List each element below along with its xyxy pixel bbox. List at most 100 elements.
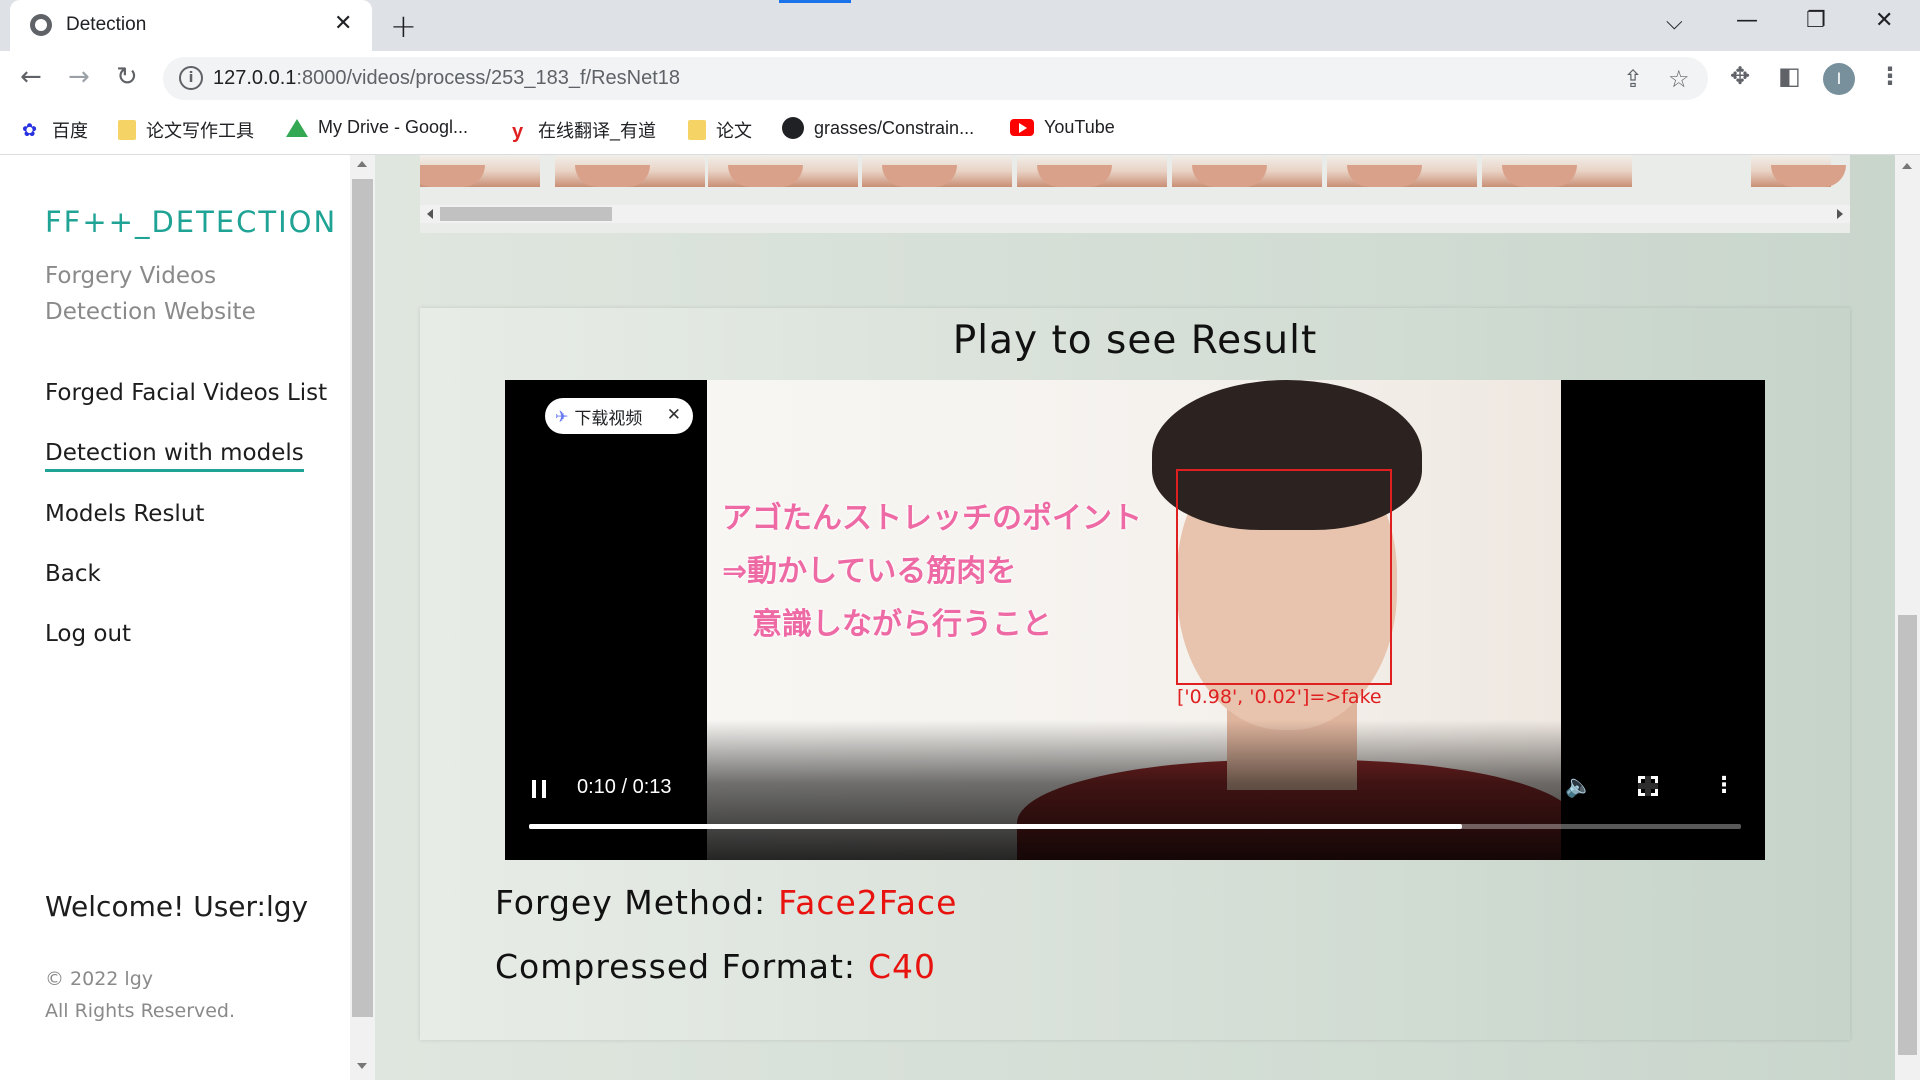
nav-detection-with-models[interactable]: Detection with models <box>45 440 304 472</box>
bookmark-star-icon[interactable]: ☆ <box>1668 65 1690 93</box>
bookmark-writing-tools[interactable]: 论文写作工具 <box>118 117 254 143</box>
bird-icon: ✈ <box>555 406 569 426</box>
caption-line: アゴたんストレッチのポイント <box>722 501 1142 536</box>
bookmark-youdao[interactable]: y 在线翻译_有道 <box>512 117 656 143</box>
minimize-icon[interactable]: — <box>1736 8 1758 33</box>
bookmark-papers[interactable]: 论文 <box>688 117 752 143</box>
browser-tab-bar: Detection ✕ + ⌵ — ❐ ✕ <box>0 0 1920 51</box>
frame-thumbnail <box>555 155 705 187</box>
browser-menu-icon[interactable]: ⋮ <box>1878 62 1902 90</box>
frame-thumbnail <box>708 155 858 187</box>
forgery-method-line: Forgey Method: Face2Face <box>495 883 957 922</box>
more-options-icon[interactable]: ⋮ <box>1713 773 1735 798</box>
caption-line: ⇒動かしている筋肉を <box>722 554 1017 589</box>
sidebar-scroll-thumb[interactable] <box>352 179 373 1017</box>
nav-forged-videos-list[interactable]: Forged Facial Videos List <box>45 380 327 406</box>
nav-back[interactable]: Back <box>45 561 101 587</box>
face-bounding-box <box>1176 469 1392 685</box>
forgery-method-label: Forgey Method: <box>495 883 767 922</box>
frame-thumbnail <box>1751 155 1846 187</box>
sidebar: FF++_DETECTION Forgery Videos Detection … <box>0 155 350 1080</box>
site-brand[interactable]: FF++_DETECTION <box>45 205 337 239</box>
nav-models-result[interactable]: Models Reslut <box>45 501 204 527</box>
page-scrollbar[interactable] <box>1895 155 1920 1080</box>
nav-log-out[interactable]: Log out <box>45 621 131 647</box>
folder-icon <box>688 120 706 140</box>
thumbnail-row <box>420 155 1850 187</box>
scroll-up-arrow-icon[interactable] <box>1902 163 1912 169</box>
address-bar[interactable]: i 127.0.0.1:8000/videos/process/253_183_… <box>163 57 1708 100</box>
frame-thumbnail <box>1482 155 1632 187</box>
copyright: © 2022 lgy All Rights Reserved. <box>45 963 235 1027</box>
download-video-button[interactable]: ✈ 下载视频 ✕ <box>545 398 693 434</box>
browser-tab[interactable]: Detection ✕ <box>10 0 372 51</box>
fullscreen-icon[interactable] <box>1638 776 1658 796</box>
sidebar-scrollbar[interactable] <box>350 155 375 1080</box>
url-text[interactable]: 127.0.0.1:8000/videos/process/253_183_f/… <box>213 67 680 90</box>
close-tab-icon[interactable]: ✕ <box>334 11 352 36</box>
video-progress-bar[interactable] <box>529 824 1741 829</box>
detection-label: ['0.98', '0.02']=>fake <box>1177 686 1382 708</box>
bookmark-youtube[interactable]: YouTube <box>1010 117 1115 138</box>
frame-thumbnail-strip <box>420 155 1850 233</box>
google-drive-icon <box>286 118 308 137</box>
profile-avatar[interactable]: I <box>1823 63 1855 95</box>
frame-thumbnail <box>420 155 540 187</box>
reload-icon[interactable]: ↻ <box>116 62 138 92</box>
bookmark-my-drive[interactable]: My Drive - Googl... <box>286 117 468 138</box>
video-time: 0:10 / 0:13 <box>577 776 672 798</box>
new-tab-icon[interactable]: + <box>390 7 417 45</box>
youdao-icon: y <box>512 121 524 143</box>
caption-line: 意識しながら行うこと <box>722 607 1052 642</box>
result-title: Play to see Result <box>952 318 1318 363</box>
frame-thumbnail <box>1172 155 1322 187</box>
page-viewport: FF++_DETECTION Forgery Videos Detection … <box>0 155 1920 1080</box>
pause-icon[interactable] <box>532 780 546 798</box>
share-icon[interactable]: ⇪ <box>1623 65 1643 93</box>
compressed-format-label: Compressed Format: <box>495 947 857 986</box>
frame-thumbnail <box>1017 155 1167 187</box>
side-panel-icon[interactable]: ◧ <box>1778 62 1801 90</box>
volume-icon[interactable]: 🔈 <box>1565 774 1592 799</box>
globe-icon <box>30 14 52 36</box>
frame-thumbnail <box>862 155 1012 187</box>
rights-line: All Rights Reserved. <box>45 1000 236 1022</box>
baidu-icon: ✿ <box>22 120 38 140</box>
download-video-label: 下载视频 <box>574 408 643 429</box>
compressed-format-line: Compressed Format: C40 <box>495 947 936 986</box>
browser-toolbar: ← → ↻ i 127.0.0.1:8000/videos/process/25… <box>0 51 1920 105</box>
compressed-format-value: C40 <box>868 947 937 986</box>
window-close-icon[interactable]: ✕ <box>1875 8 1893 33</box>
bookmark-github[interactable]: grasses/Constrain... <box>782 117 974 139</box>
github-icon <box>782 117 804 139</box>
video-progress-fill <box>529 824 1463 829</box>
forgery-method-value: Face2Face <box>778 883 958 922</box>
scroll-right-arrow-icon[interactable] <box>1837 209 1843 219</box>
tab-drag-indicator <box>779 0 851 3</box>
scroll-up-arrow-icon[interactable] <box>357 161 367 167</box>
back-arrow-icon[interactable]: ← <box>20 62 42 92</box>
bookmarks-bar: ✿ 百度 论文写作工具 My Drive - Googl... y 在线翻译_有道 … <box>0 105 1920 155</box>
tab-title: Detection <box>66 14 147 35</box>
close-icon[interactable]: ✕ <box>667 405 681 425</box>
folder-icon <box>118 120 136 140</box>
video-player[interactable]: アゴたんストレッチのポイント ⇒動かしている筋肉を 意識しながら行うこと ['0… <box>505 380 1765 860</box>
tab-search-icon[interactable]: ⌵ <box>1666 10 1683 35</box>
scroll-down-arrow-icon[interactable] <box>357 1063 367 1069</box>
site-info-icon[interactable]: i <box>179 66 203 90</box>
youtube-icon <box>1010 119 1034 136</box>
welcome-message: Welcome! User:lgy <box>45 890 309 923</box>
restore-icon[interactable]: ❐ <box>1806 8 1826 33</box>
scroll-left-arrow-icon[interactable] <box>427 209 433 219</box>
video-caption: アゴたんストレッチのポイント ⇒動かしている筋肉を 意識しながら行うこと <box>722 492 1142 651</box>
extensions-icon[interactable]: ✥ <box>1730 62 1750 90</box>
main-content: Play to see Result アゴたんストレッチのポイント ⇒動かしてい… <box>375 155 1895 1080</box>
page-scroll-thumb[interactable] <box>1898 615 1917 1055</box>
forward-arrow-icon[interactable]: → <box>68 62 90 92</box>
frame-thumbnail <box>1327 155 1477 187</box>
bookmark-baidu[interactable]: ✿ 百度 <box>22 117 88 143</box>
thumbnail-scroll-thumb[interactable] <box>440 207 612 221</box>
result-card: Play to see Result アゴたんストレッチのポイント ⇒動かしてい… <box>420 308 1850 1040</box>
thumbnail-scrollbar[interactable] <box>420 205 1850 223</box>
site-tagline: Forgery Videos Detection Website <box>45 263 256 325</box>
